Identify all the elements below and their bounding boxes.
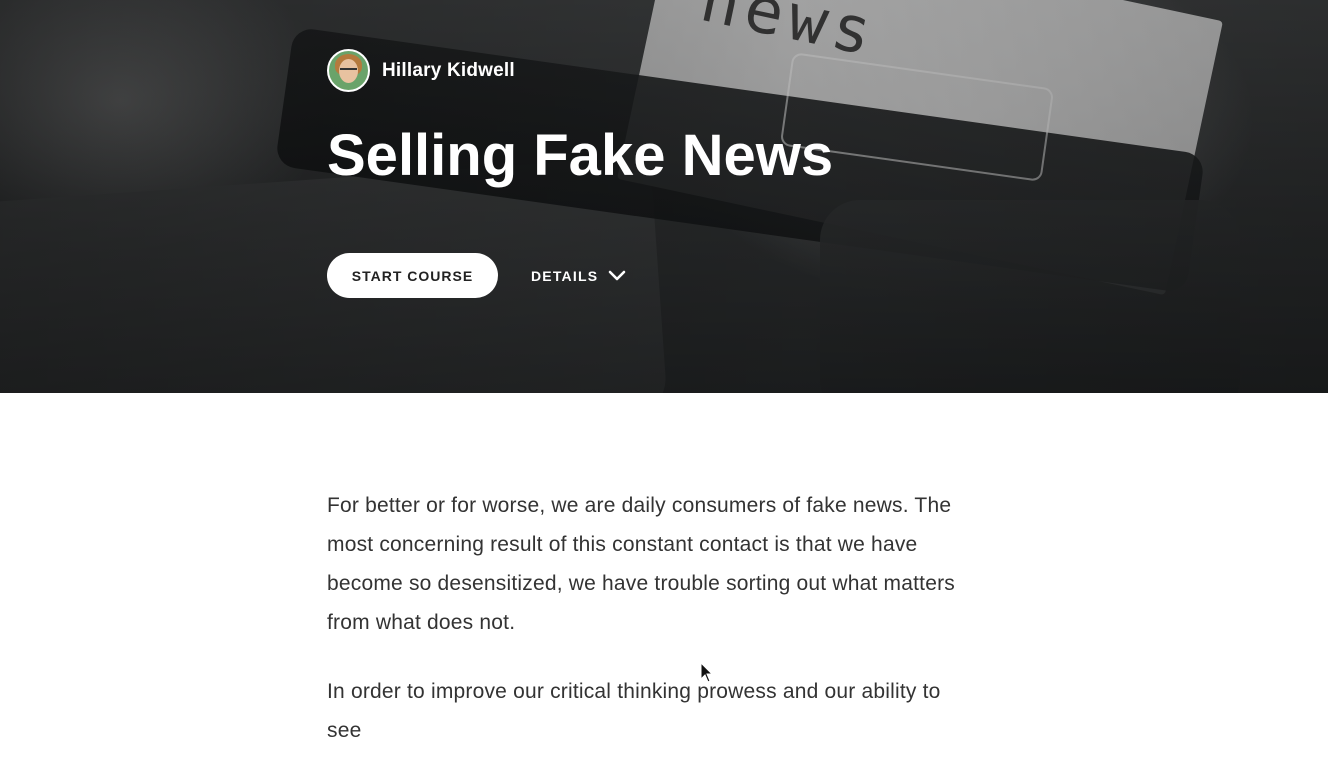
description-paragraph: In order to improve our critical thinkin…	[327, 680, 941, 742]
mouse-pointer-icon	[700, 662, 714, 683]
avatar	[327, 49, 370, 92]
hero-content: Hillary Kidwell Selling Fake News START …	[327, 0, 1227, 393]
chevron-down-icon	[608, 270, 626, 280]
author: Hillary Kidwell	[327, 49, 515, 92]
start-course-button[interactable]: START COURSE	[327, 253, 498, 298]
description-paragraph: For better or for worse, we are daily co…	[327, 494, 955, 634]
hero-actions: START COURSE DETAILS	[327, 253, 626, 298]
course-description: For better or for worse, we are daily co…	[327, 486, 977, 780]
details-toggle[interactable]: DETAILS	[531, 268, 626, 284]
course-title: Selling Fake News	[327, 123, 834, 188]
author-name: Hillary Kidwell	[382, 59, 515, 81]
details-label: DETAILS	[531, 267, 599, 284]
course-hero: news Hillary Kidwell Selling Fake News S…	[0, 0, 1328, 393]
